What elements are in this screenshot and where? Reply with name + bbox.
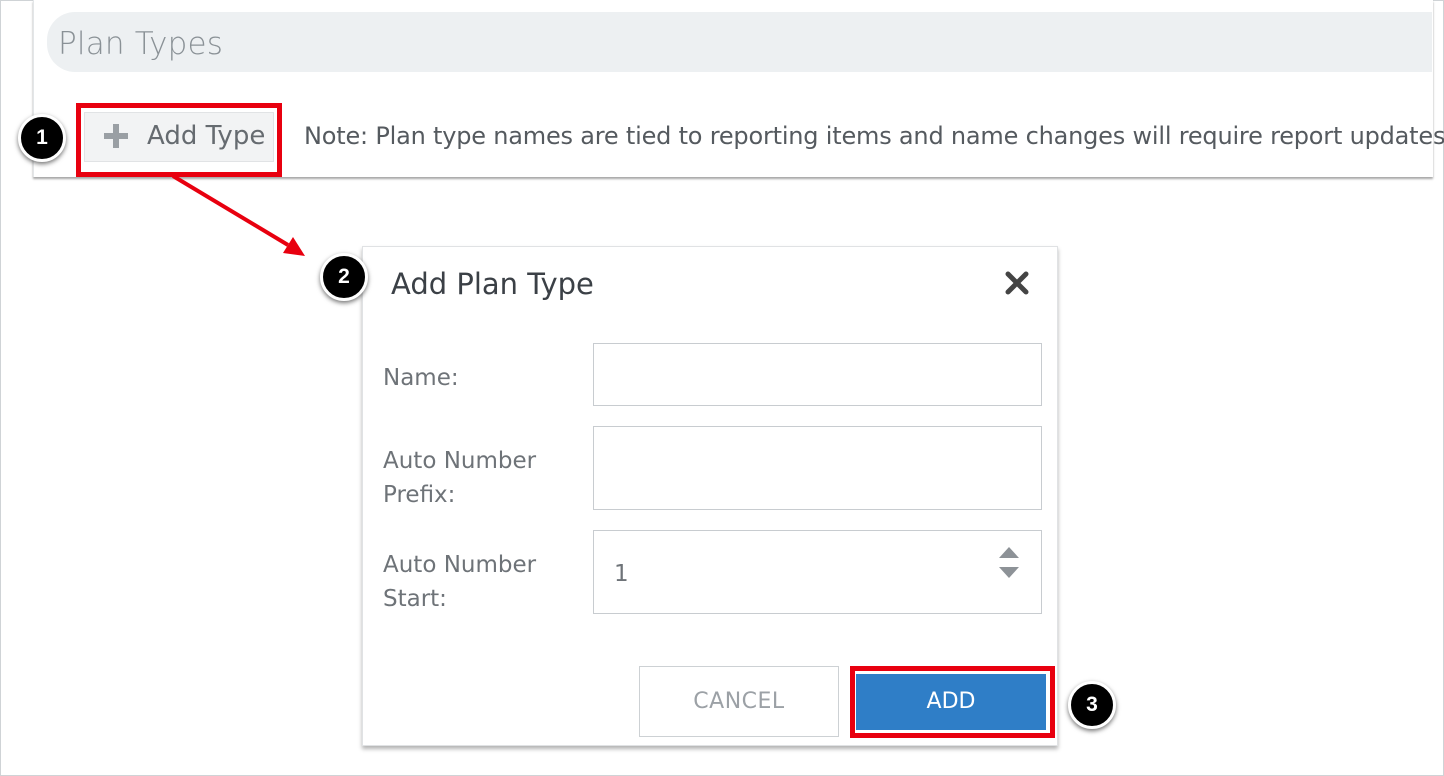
start-label-line2: Start: xyxy=(383,586,447,612)
start-number-input[interactable]: 1 xyxy=(593,530,1042,614)
step-badge-2: 2 xyxy=(320,253,368,301)
plan-type-note: Note: Plan type names are tied to report… xyxy=(304,122,1444,150)
dialog-title: Add Plan Type xyxy=(391,267,594,301)
add-button-highlight xyxy=(850,666,1055,738)
spinner-icon[interactable] xyxy=(998,545,1020,581)
start-label: Auto Number Start: xyxy=(383,548,536,616)
prefix-label-line1: Auto Number xyxy=(383,448,537,474)
cancel-button[interactable]: CANCEL xyxy=(639,666,839,737)
step-badge-3: 3 xyxy=(1068,681,1116,729)
prefix-input[interactable] xyxy=(593,426,1042,510)
start-number-value: 1 xyxy=(614,561,629,587)
name-input[interactable] xyxy=(593,343,1042,406)
close-icon[interactable] xyxy=(1005,271,1029,295)
prefix-label: Auto Number Prefix: xyxy=(383,444,536,512)
name-label: Name: xyxy=(383,365,459,391)
step-badge-1: 1 xyxy=(18,114,66,162)
start-label-line1: Auto Number xyxy=(383,552,537,578)
add-type-highlight xyxy=(76,103,282,177)
prefix-label-line2: Prefix: xyxy=(383,482,456,508)
page-title: Plan Types xyxy=(58,26,224,62)
page-title-bar xyxy=(47,12,1432,72)
